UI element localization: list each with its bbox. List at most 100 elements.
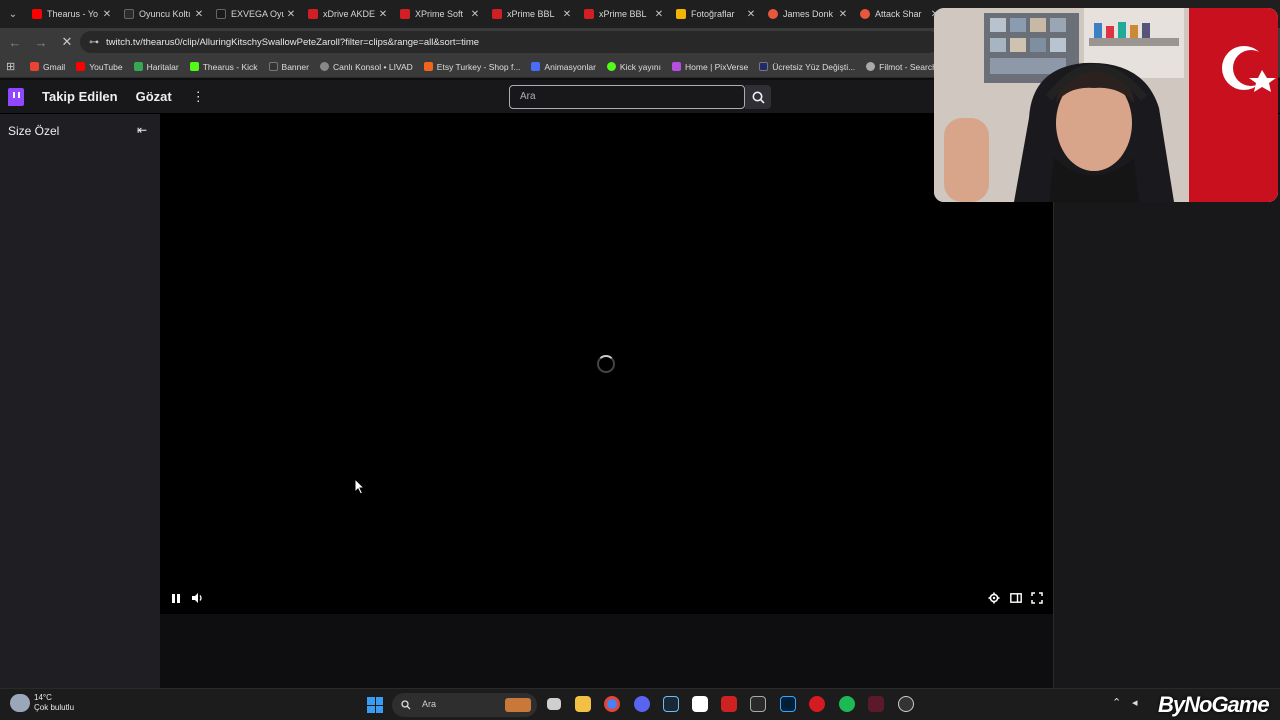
browser-tab[interactable]: xPrime BBL ✕	[486, 3, 578, 25]
nav-browse-link[interactable]: Gözat	[136, 89, 172, 104]
tab-favicon	[32, 9, 42, 19]
address-bar[interactable]: ⊶ twitch.tv/thearus0/clip/AlluringKitsch…	[80, 31, 940, 53]
close-icon[interactable]: ✕	[654, 9, 664, 20]
fullscreen-icon	[1031, 592, 1043, 604]
close-icon[interactable]: ✕	[562, 9, 572, 20]
browser-tab[interactable]: James Donk ✕	[762, 3, 854, 25]
more-options-icon[interactable]: ⋮	[192, 89, 205, 105]
clip-info-area	[160, 614, 1053, 688]
obs-icon[interactable]	[898, 696, 914, 712]
browser-tab[interactable]: XPrime Soft ✕	[394, 3, 486, 25]
steam-icon[interactable]	[663, 696, 679, 712]
pause-button[interactable]	[171, 593, 181, 607]
bookmark-favicon	[30, 62, 39, 71]
bookmark-favicon	[672, 62, 682, 71]
close-icon[interactable]: ✕	[194, 9, 204, 20]
theatre-mode-icon	[1010, 593, 1022, 603]
browser-tab[interactable]: Attack Shar✕	[854, 3, 946, 25]
apps-grid-icon[interactable]: ⊞	[6, 60, 20, 73]
taskbar-search-label: Ara	[422, 699, 437, 709]
weather-widget[interactable]: 14°C Çok bulutlu	[10, 693, 74, 713]
forward-icon[interactable]: →	[30, 31, 52, 53]
bookmark-item[interactable]: Kick yayını	[606, 62, 661, 72]
bookmark-favicon	[759, 62, 769, 71]
app-red-icon[interactable]	[809, 696, 825, 712]
screen: ⌄ Thearus - Yo ✕ Oyuncu Koltı ✕ EXVEGA Oyu…	[0, 0, 1280, 720]
bookmark-item[interactable]: Thearus - Kick	[189, 62, 258, 72]
tab-favicon	[768, 9, 778, 19]
settings-button[interactable]	[988, 592, 1000, 607]
volume-button[interactable]	[191, 592, 204, 607]
browser-tab[interactable]: Oyuncu Koltı ✕	[118, 3, 210, 25]
theatre-mode-button[interactable]	[1010, 593, 1022, 606]
gear-icon	[988, 592, 1000, 604]
close-icon[interactable]: ✕	[378, 9, 388, 20]
file-explorer-icon[interactable]	[575, 696, 591, 712]
bookmark-item[interactable]: Home | PixVerse	[672, 62, 748, 72]
tab-favicon	[676, 9, 686, 19]
browser-tab[interactable]: xPrime BBL ✕	[578, 3, 670, 25]
windows-start-icon[interactable]	[367, 697, 383, 713]
browser-tab[interactable]: Thearus - Yo ✕	[26, 3, 118, 25]
close-icon[interactable]: ✕	[746, 9, 756, 20]
close-icon[interactable]: ✕	[286, 9, 296, 20]
bookmark-favicon	[866, 62, 876, 71]
tab-favicon	[400, 9, 410, 19]
video-player[interactable]	[160, 114, 1053, 614]
bookmark-item[interactable]: Banner	[268, 62, 309, 72]
loading-spinner-icon	[597, 355, 615, 373]
nav-following-link[interactable]: Takip Edilen	[42, 89, 118, 104]
browser-tab[interactable]: xDrive AKDE ✕	[302, 3, 394, 25]
collapse-sidebar-icon[interactable]: ⇤	[137, 123, 147, 137]
taskbar-search-box[interactable]: Ara	[392, 693, 537, 717]
webcam-image	[934, 8, 1278, 202]
volume-tray-icon[interactable]: ◂	[1132, 696, 1138, 709]
channel-watermark: ByNoGame	[1158, 692, 1270, 717]
photoshop-icon[interactable]	[780, 696, 796, 712]
back-icon[interactable]: ←	[4, 31, 26, 53]
chrome-icon[interactable]	[604, 696, 620, 712]
app-video-icon[interactable]	[868, 696, 884, 712]
tab-search-button[interactable]: ⌄	[0, 0, 26, 28]
close-icon[interactable]: ✕	[102, 9, 112, 20]
stop-loading-icon[interactable]: ✕	[56, 31, 78, 53]
app-icon[interactable]	[721, 696, 737, 712]
close-icon[interactable]: ✕	[470, 9, 480, 20]
bookmark-item[interactable]: Gmail	[30, 62, 65, 72]
twitch-logo-icon[interactable]	[8, 87, 24, 106]
site-info-icon[interactable]: ⊶	[84, 37, 104, 48]
task-view-icon[interactable]	[547, 698, 561, 710]
spotify-icon[interactable]	[839, 696, 855, 712]
search-input[interactable]: Ara	[509, 85, 745, 109]
bookmark-item[interactable]: Canlı Konsol • LIVAD	[319, 62, 413, 72]
close-icon[interactable]: ✕	[838, 9, 848, 20]
bookmark-favicon	[189, 62, 199, 71]
bookmark-favicon	[268, 62, 278, 71]
tab-favicon	[584, 9, 594, 19]
volume-icon	[192, 593, 202, 603]
bookmark-item[interactable]: Ücretsiz Yüz Değişti...	[759, 62, 855, 72]
bookmark-favicon	[423, 62, 433, 71]
mouse-cursor-icon	[354, 477, 366, 500]
epic-games-icon[interactable]	[750, 696, 766, 712]
bookmark-item[interactable]: Animasyonlar	[531, 62, 596, 72]
weather-temperature: 14°C	[34, 693, 52, 702]
tab-favicon	[492, 9, 502, 19]
bookmark-favicon	[531, 62, 541, 71]
bookmark-item[interactable]: Haritalar	[133, 62, 179, 72]
discord-icon[interactable]	[634, 696, 650, 712]
search-icon	[752, 91, 765, 104]
fullscreen-button[interactable]	[1031, 592, 1043, 607]
bookmark-item[interactable]: YouTube	[76, 62, 123, 72]
browser-tab[interactable]: EXVEGA Oyu ✕	[210, 3, 302, 25]
cloud-icon	[10, 694, 30, 712]
capcut-icon[interactable]	[692, 696, 708, 712]
system-tray-chevron-icon[interactable]: ⌃	[1112, 696, 1121, 709]
weather-description: Çok bulutlu	[34, 703, 75, 712]
browser-tab[interactable]: Fotoğraflar ✕	[670, 3, 762, 25]
bookmark-item[interactable]: Etsy Turkey - Shop f...	[423, 62, 520, 72]
bookmark-favicon	[319, 62, 329, 71]
sidebar-title: Size Özel	[8, 124, 60, 138]
search-button[interactable]	[745, 85, 771, 109]
tab-favicon	[860, 9, 870, 19]
